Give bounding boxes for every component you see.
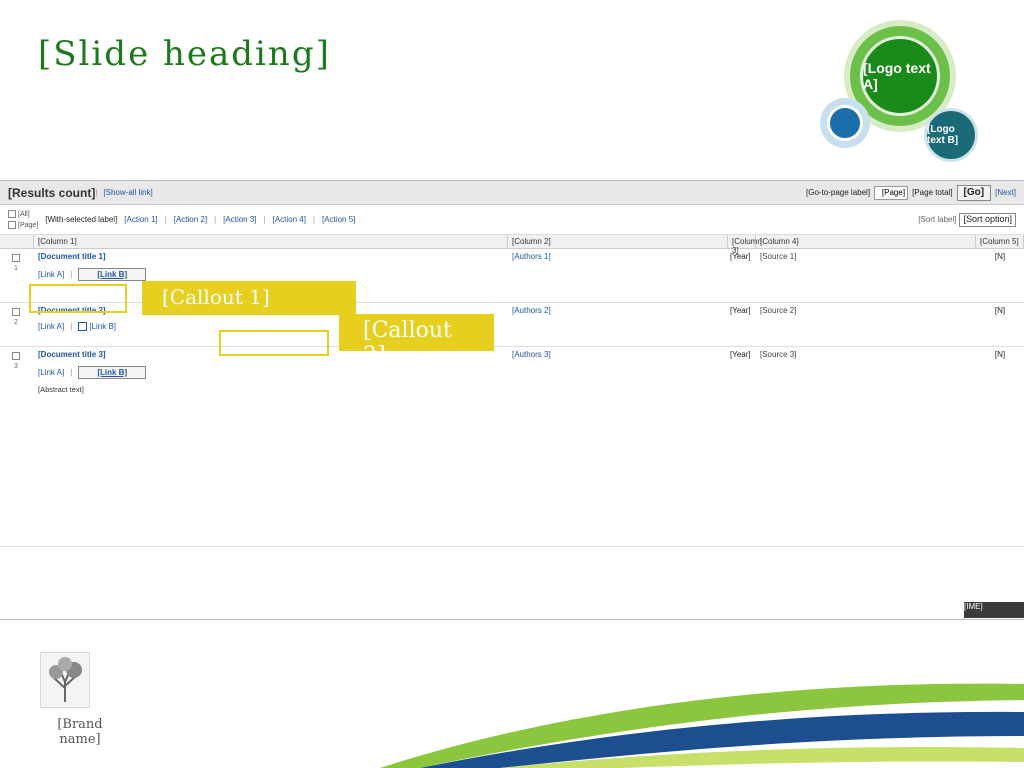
- col-5[interactable]: [Column 5]: [976, 235, 1024, 248]
- col-1[interactable]: [Column 1]: [34, 235, 508, 248]
- highlight-box: [219, 330, 329, 356]
- row-number: 3: [14, 363, 18, 370]
- source[interactable]: [Source 1]: [756, 249, 976, 302]
- row-link-a[interactable]: [Link A]: [38, 270, 64, 279]
- logo-main-text: [Logo text A]: [860, 36, 940, 116]
- results-header: [Results count] | [Show-all link] [Go-to…: [0, 181, 1024, 205]
- row-links: [Link A] | [Link B]: [38, 366, 504, 379]
- select-all[interactable]: [All]: [8, 210, 38, 218]
- toolbar-action-5[interactable]: [Action 5]: [322, 215, 355, 224]
- separator: |: [70, 322, 73, 332]
- year: [Year]: [730, 350, 751, 359]
- col-3[interactable]: [Column 3]: [728, 235, 762, 255]
- sciverse-logo: [Logo text A] [Logo text B]: [818, 18, 988, 168]
- citations: [N]: [994, 252, 1006, 261]
- row-link-b[interactable]: [Link B]: [78, 322, 116, 332]
- authors[interactable]: [Authors 2]: [508, 303, 728, 346]
- authors[interactable]: [Authors 3]: [508, 347, 728, 546]
- select-page[interactable]: [Page]: [8, 221, 38, 229]
- document-cell: [Document title 3] [Link A] | [Link B] […: [34, 347, 508, 546]
- separator: |: [164, 215, 167, 224]
- ime-indicator[interactable]: [IME]: [964, 602, 1024, 618]
- row-links: [Link A] | [Link B]: [38, 268, 504, 281]
- show-all-link[interactable]: [Show-all link]: [103, 188, 152, 197]
- column-headers: [Column 1] [Column 2] [Column 3] [Column…: [0, 235, 1024, 255]
- tree-icon: [39, 651, 91, 709]
- row-link-b[interactable]: [Link B]: [78, 268, 147, 281]
- checkbox-icon: [8, 210, 16, 218]
- slide: [Slide heading] [Logo text A] [Logo text…: [0, 0, 1024, 768]
- citations: [N]: [994, 306, 1006, 315]
- source[interactable]: [Source 3]: [756, 347, 976, 546]
- decorative-swoosh: [380, 683, 1024, 768]
- toolbar-action-4[interactable]: [Action 4]: [273, 215, 306, 224]
- select-scope: [All] [Page]: [8, 210, 38, 229]
- callout-1: [Callout 1]: [142, 281, 356, 315]
- sort-control: [Sort label] [Sort option]: [918, 212, 1016, 227]
- sort-select[interactable]: [Sort option]: [959, 212, 1016, 227]
- separator: |: [312, 215, 316, 224]
- col-2[interactable]: [Column 2]: [508, 235, 728, 248]
- results-count: [Results count]: [8, 185, 96, 200]
- year: [Year]: [730, 252, 751, 261]
- results-toolbar: [All] [Page] [With-selected label] [Acti…: [0, 205, 1024, 235]
- separator: |: [70, 270, 73, 279]
- page-total: [Page total]: [912, 188, 953, 197]
- checkbox-icon: [12, 253, 20, 262]
- table-row: 3 [Document title 3] [Link A] | [Link B]…: [0, 347, 1024, 547]
- checkbox-icon: [12, 351, 20, 360]
- separator: |: [263, 215, 266, 224]
- toolbar-action-2[interactable]: [Action 2]: [174, 215, 207, 224]
- row-number: 1: [14, 265, 18, 272]
- row-link-a[interactable]: [Link A]: [38, 368, 64, 377]
- abstract-text: [Abstract text]: [38, 385, 84, 394]
- col-blank: [0, 235, 34, 248]
- abstract-icon: [78, 322, 88, 332]
- logo-secondary-text: [Logo text B]: [924, 108, 978, 162]
- authors[interactable]: [Authors 1]: [508, 249, 728, 302]
- separator: |: [95, 188, 98, 197]
- highlight-box: [29, 284, 127, 313]
- page-input[interactable]: [874, 185, 909, 200]
- elsevier-logo: [Brand name]: [39, 651, 120, 747]
- separator: |: [70, 368, 73, 377]
- col-4[interactable]: [Column 4]: [756, 235, 976, 248]
- search-results-panel: [Results count] | [Show-all link] [Go-to…: [0, 180, 1024, 620]
- sort-label: [Sort label]: [918, 215, 957, 224]
- year: [Year]: [730, 306, 751, 315]
- with-selected-label: [With-selected label]: [45, 215, 118, 224]
- checkbox-icon: [8, 221, 16, 229]
- next-link[interactable]: [Next]: [995, 188, 1016, 197]
- checkbox-icon: [12, 307, 20, 316]
- separator: |: [214, 215, 217, 224]
- document-title[interactable]: [Document title 1]: [38, 252, 504, 262]
- go-button[interactable]: [Go]: [956, 184, 992, 201]
- row-number: 2: [14, 319, 18, 326]
- row-select[interactable]: 3: [0, 347, 34, 546]
- row-link-a[interactable]: [Link A]: [38, 322, 64, 331]
- row-link-b[interactable]: [Link B]: [78, 366, 147, 379]
- slide-title: [Slide heading]: [38, 34, 331, 74]
- callout-2: [Callout 2]: [339, 314, 494, 368]
- citations: [N]: [994, 350, 1006, 359]
- toolbar-action-3[interactable]: [Action 3]: [223, 215, 256, 224]
- brand-name: [Brand name]: [57, 717, 103, 747]
- source[interactable]: [Source 2]: [756, 303, 976, 346]
- toolbar-action-1[interactable]: [Action 1]: [124, 215, 157, 224]
- goto-label: [Go-to-page label]: [806, 188, 871, 197]
- pagination: [Go-to-page label] [Page total] [Go] [Ne…: [806, 184, 1016, 201]
- logo-small-inner: [827, 105, 863, 141]
